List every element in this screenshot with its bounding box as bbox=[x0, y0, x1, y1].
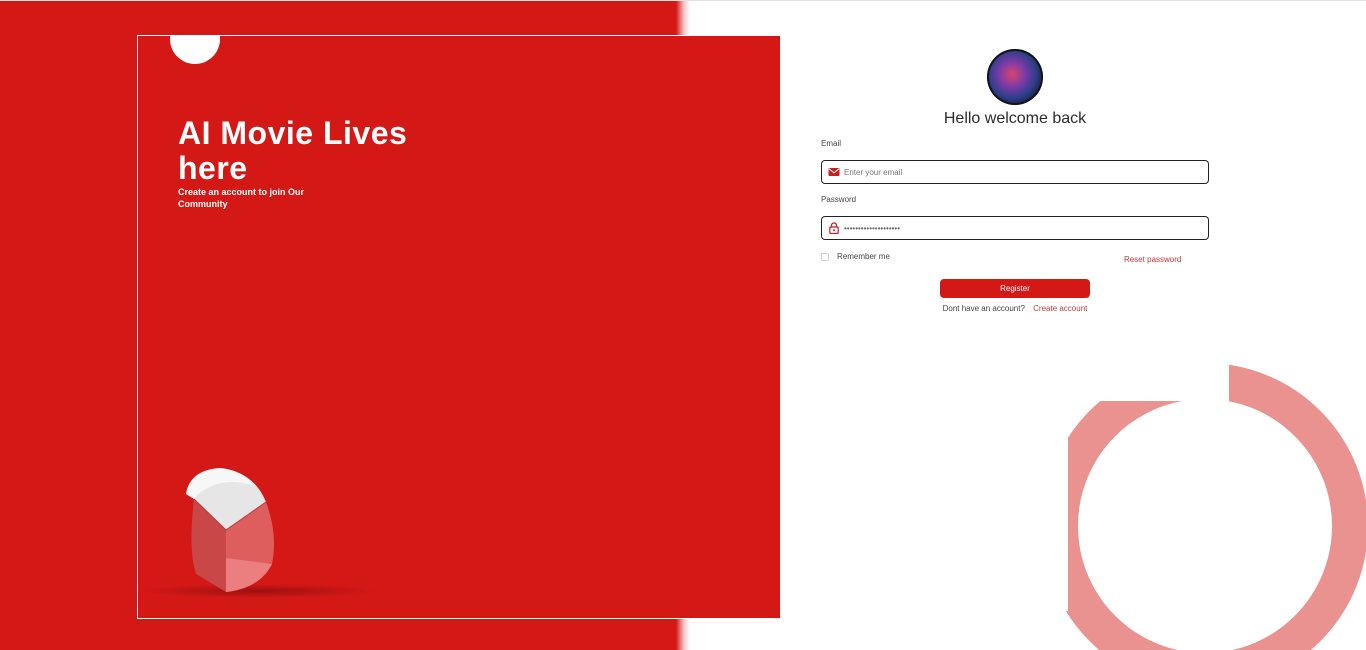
hero-subtitle: Create an account to join Our Community bbox=[178, 187, 305, 209]
register-button[interactable]: Register bbox=[940, 279, 1090, 298]
remember-label: Remember me bbox=[837, 252, 890, 261]
hero-panel: AI Movie Lives here Create an account to… bbox=[137, 35, 780, 619]
login-page: AI Movie Lives here Create an account to… bbox=[0, 0, 1366, 650]
hero-title: AI Movie Lives here bbox=[178, 115, 408, 186]
mail-icon bbox=[828, 168, 840, 176]
signup-prompt: Dont have an account? Create account bbox=[820, 304, 1210, 313]
signup-text: Dont have an account? bbox=[942, 304, 1025, 313]
welcome-heading: Hello welcome back bbox=[943, 110, 1087, 127]
email-field[interactable] bbox=[821, 160, 1209, 184]
email-label: Email bbox=[821, 139, 842, 148]
galaxy-avatar bbox=[987, 49, 1043, 105]
reset-password-link[interactable]: Reset password bbox=[1124, 255, 1181, 264]
lock-icon bbox=[829, 222, 839, 234]
email-input[interactable] bbox=[844, 163, 1199, 181]
remember-checkbox[interactable] bbox=[821, 253, 829, 261]
decorative-ring bbox=[1024, 361, 1366, 650]
password-input[interactable] bbox=[844, 219, 1199, 237]
password-label: Password bbox=[821, 195, 857, 204]
password-field[interactable] bbox=[821, 216, 1209, 240]
hero-decor-dot bbox=[170, 36, 220, 64]
create-account-link[interactable]: Create account bbox=[1033, 304, 1087, 313]
pie-chart-3d-icon bbox=[186, 468, 274, 592]
